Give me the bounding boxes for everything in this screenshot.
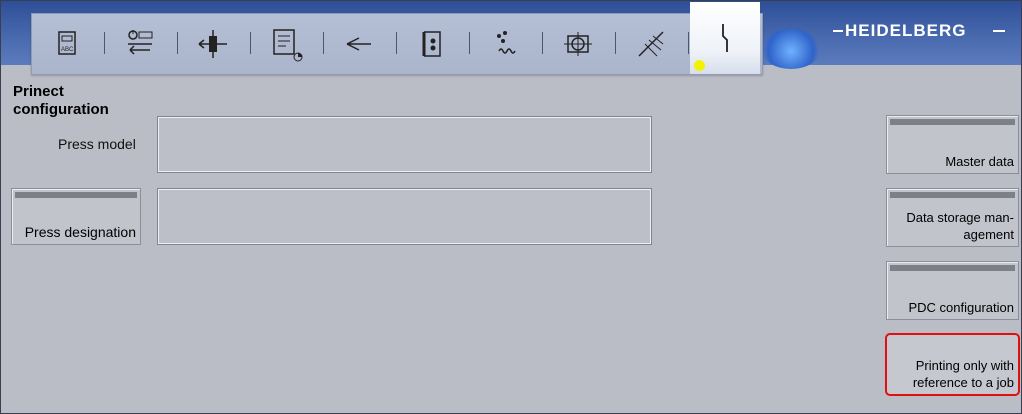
press-model-label: Press model [58,136,136,152]
button-strip [890,119,1015,125]
app-window: HEIDELBERG ABC Prinect configuration Pre… [0,0,1022,414]
press-designation-field[interactable] [157,188,652,245]
master-data-button[interactable]: Master data [886,115,1019,174]
document-clock-icon[interactable] [256,14,316,74]
door-icon[interactable] [402,14,462,74]
logo-text: HEIDELBERG [845,21,967,40]
page-title: Prinect configuration [13,83,109,118]
press-model-field[interactable] [157,116,652,173]
abc-text: ABC [61,47,74,53]
printing-only-with-reference-button[interactable]: Printing only with reference to a job [885,333,1020,396]
data-storage-management-label: Data storage man- agement [906,210,1014,242]
heidelberg-logo: HEIDELBERG [833,21,1005,41]
button-strip [890,192,1015,198]
pdc-configuration-button[interactable]: PDC configuration [886,261,1019,320]
fan-lines-icon[interactable] [621,14,681,74]
press-designation-button[interactable]: Press designation [11,188,141,245]
status-indicator [694,60,705,71]
press-designation-label: Press designation [24,224,136,240]
pdc-configuration-label: PDC configuration [908,300,1015,315]
dots-wave-icon[interactable] [475,14,535,74]
button-strip [890,265,1015,271]
timer-arrow-icon[interactable] [110,14,170,74]
arrow-left-icon[interactable] [329,14,389,74]
button-strip [15,192,137,198]
main-toolbar: ABC [31,2,763,75]
printing-only-with-reference-label: Printing only with reference to a job [912,358,1014,390]
master-data-label: Master data [945,154,1014,169]
valve-arrow-icon[interactable] [183,14,243,74]
crosshair-icon[interactable] [548,14,608,74]
data-storage-management-button[interactable]: Data storage man- agement [886,188,1019,247]
globe-graphic [761,29,821,69]
memory-card-abc-icon[interactable]: ABC [37,14,97,74]
